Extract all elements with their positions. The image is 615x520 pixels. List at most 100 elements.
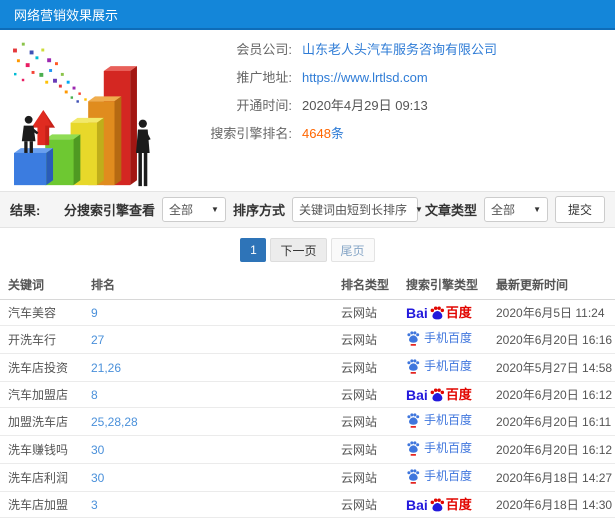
rank-cell[interactable]: 9 xyxy=(87,299,337,326)
mobile-baidu-icon xyxy=(407,331,420,346)
mobile-baidu-icon xyxy=(407,359,420,374)
keyword-cell: 洗车店加盟 xyxy=(0,491,87,518)
time-cell: 2020年5月27日 14:58 xyxy=(492,353,615,382)
baidu-paw-icon xyxy=(430,387,444,401)
rank-type-cell: 云网站 xyxy=(337,435,402,464)
time-cell: 2020年6月20日 16:12 xyxy=(492,435,615,464)
last-page-button[interactable]: 尾页 xyxy=(330,238,375,262)
time-cell: 2020年6月20日 16:11 xyxy=(492,407,615,436)
baidu-logo: Bai 百度 xyxy=(406,387,472,403)
baidu-logo-bai: Bai xyxy=(406,386,428,403)
mobile-baidu-label: 手机百度 xyxy=(424,469,473,483)
table-row: 洗车店加盟 3 云网站 Bai 百度 2020年6月18日 14:30 xyxy=(0,491,615,518)
chevron-down-icon: ▼ xyxy=(414,205,423,214)
sort-value: 关键词由短到长排序 xyxy=(298,203,407,217)
baidu-paw-icon xyxy=(430,497,444,511)
rank-cell[interactable]: 21,26 xyxy=(87,353,337,382)
mobile-baidu-logo: 手机百度 xyxy=(406,468,472,484)
company-link[interactable]: 山东老人头汽车服务咨询有限公司 xyxy=(302,42,497,58)
info-row-url: 推广地址: https://www.lrtlsd.com xyxy=(190,70,497,86)
filter-controls: 分搜索引擎查看 全部 ▼ 排序方式 关键词由短到长排序 ▼ 文章类型 全部 ▼ … xyxy=(64,196,605,223)
open-time-label: 开通时间: xyxy=(236,98,292,113)
chevron-down-icon: ▼ xyxy=(211,205,219,214)
keyword-cell: 加盟洗车店 xyxy=(0,407,87,436)
sort-select[interactable]: 关键词由短到长排序 ▼ xyxy=(291,197,423,222)
article-type-select[interactable]: 全部 ▼ xyxy=(483,197,548,222)
article-type-value: 全部 xyxy=(490,203,515,217)
submit-button[interactable]: 提交 xyxy=(554,196,605,223)
mobile-baidu-label: 手机百度 xyxy=(424,331,473,345)
rank-type-cell: 云网站 xyxy=(337,299,402,326)
time-cell: 2020年6月18日 14:30 xyxy=(492,491,615,518)
rank-count: 4648 xyxy=(302,126,331,141)
table-row: 洗车店利润 30 云网站 手机百度 2020年6月18日 14:27 xyxy=(0,463,615,492)
mobile-baidu-icon xyxy=(407,469,420,484)
time-cell: 2020年6月20日 16:16 xyxy=(492,325,615,354)
baidu-paw-icon xyxy=(430,305,444,319)
rank-cell[interactable]: 30 xyxy=(87,463,337,492)
mobile-baidu-logo: 手机百度 xyxy=(406,330,472,346)
col-keyword: 关键词 xyxy=(0,269,87,300)
member-info: 会员公司: 山东老人头汽车服务咨询有限公司 推广地址: https://www.… xyxy=(190,30,497,191)
engine-rank-value: 4648条 xyxy=(302,126,344,142)
baidu-logo-du: 百度 xyxy=(445,387,472,402)
filter-bar: 结果: 分搜索引擎查看 全部 ▼ 排序方式 关键词由短到长排序 ▼ 文章类型 全… xyxy=(0,191,615,228)
table-row: 开洗车行 27 云网站 手机百度 2020年6月20日 16:16 xyxy=(0,325,615,354)
table-row: 加盟洗车店 25,28,28 云网站 手机百度 2020年6月20日 16:11 xyxy=(0,407,615,436)
mobile-baidu-label: 手机百度 xyxy=(424,359,473,373)
promo-url-link[interactable]: https://www.lrtlsd.com xyxy=(302,70,428,86)
mobile-baidu-logo: 手机百度 xyxy=(406,440,472,456)
results-table: 关键词 排名 排名类型 搜索引擎类型 最新更新时间 汽车美容 9 云网站 Bai 百度… xyxy=(0,269,615,518)
engine-cell: Bai 百度 xyxy=(402,381,492,408)
mobile-baidu-icon xyxy=(407,441,420,456)
page-1-button[interactable]: 1 xyxy=(240,238,267,262)
keyword-cell: 开洗车行 xyxy=(0,325,87,354)
mobile-baidu-icon xyxy=(407,413,420,428)
keyword-cell: 洗车店利润 xyxy=(0,463,87,492)
engine-cell: 手机百度 xyxy=(402,435,492,464)
open-time-value: 2020年4月29日 09:13 xyxy=(302,98,428,113)
info-row-rank: 搜索引擎排名: 4648条 xyxy=(190,126,497,142)
engine-filter-select[interactable]: 全部 ▼ xyxy=(161,197,226,222)
rank-cell[interactable]: 3 xyxy=(87,491,337,518)
promo-url-label: 推广地址: xyxy=(236,70,292,85)
baidu-logo-du: 百度 xyxy=(445,497,472,512)
col-engine-type: 搜索引擎类型 xyxy=(402,269,492,300)
engine-cell: 手机百度 xyxy=(402,463,492,492)
keyword-cell: 洗车店投资 xyxy=(0,353,87,382)
rank-cell[interactable]: 27 xyxy=(87,325,337,354)
engine-cell: 手机百度 xyxy=(402,325,492,354)
rank-type-cell: 云网站 xyxy=(337,491,402,518)
keyword-cell: 汽车加盟店 xyxy=(0,381,87,408)
rank-type-cell: 云网站 xyxy=(337,463,402,492)
keyword-cell: 汽车美容 xyxy=(0,299,87,326)
growth-chart-illustration xyxy=(0,30,190,191)
rank-cell[interactable]: 30 xyxy=(87,435,337,464)
col-updated-time: 最新更新时间 xyxy=(492,269,615,300)
time-cell: 2020年6月20日 16:12 xyxy=(492,381,615,408)
table-body: 汽车美容 9 云网站 Bai 百度 2020年6月5日 11:24 开洗车行 27 云网站 手… xyxy=(0,299,615,518)
engine-rank-label: 搜索引擎排名: xyxy=(210,126,292,141)
baidu-logo-bai: Bai xyxy=(406,304,428,321)
time-cell: 2020年6月5日 11:24 xyxy=(492,299,615,326)
bar-blue xyxy=(14,148,54,186)
mobile-baidu-logo: 手机百度 xyxy=(406,412,472,428)
rank-type-cell: 云网站 xyxy=(337,407,402,436)
engine-cell: 手机百度 xyxy=(402,407,492,436)
next-page-button[interactable]: 下一页 xyxy=(270,238,327,262)
rank-type-cell: 云网站 xyxy=(337,325,402,354)
article-type-label: 文章类型 xyxy=(424,203,477,218)
rank-cell[interactable]: 8 xyxy=(87,381,337,408)
table-row: 洗车赚钱吗 30 云网站 手机百度 2020年6月20日 16:12 xyxy=(0,435,615,464)
engine-cell: Bai 百度 xyxy=(402,491,492,518)
bar-chart-graphic xyxy=(13,42,151,187)
rank-unit: 条 xyxy=(330,126,344,141)
table-row: 汽车加盟店 8 云网站 Bai 百度 2020年6月20日 16:12 xyxy=(0,381,615,408)
rank-cell[interactable]: 25,28,28 xyxy=(87,407,337,436)
top-panel: 会员公司: 山东老人头汽车服务咨询有限公司 推广地址: https://www.… xyxy=(0,30,615,191)
mobile-baidu-label: 手机百度 xyxy=(424,441,473,455)
baidu-logo-du: 百度 xyxy=(445,305,472,320)
businessman-right xyxy=(135,119,151,187)
chevron-down-icon: ▼ xyxy=(533,205,541,214)
mobile-baidu-label: 手机百度 xyxy=(424,413,473,427)
